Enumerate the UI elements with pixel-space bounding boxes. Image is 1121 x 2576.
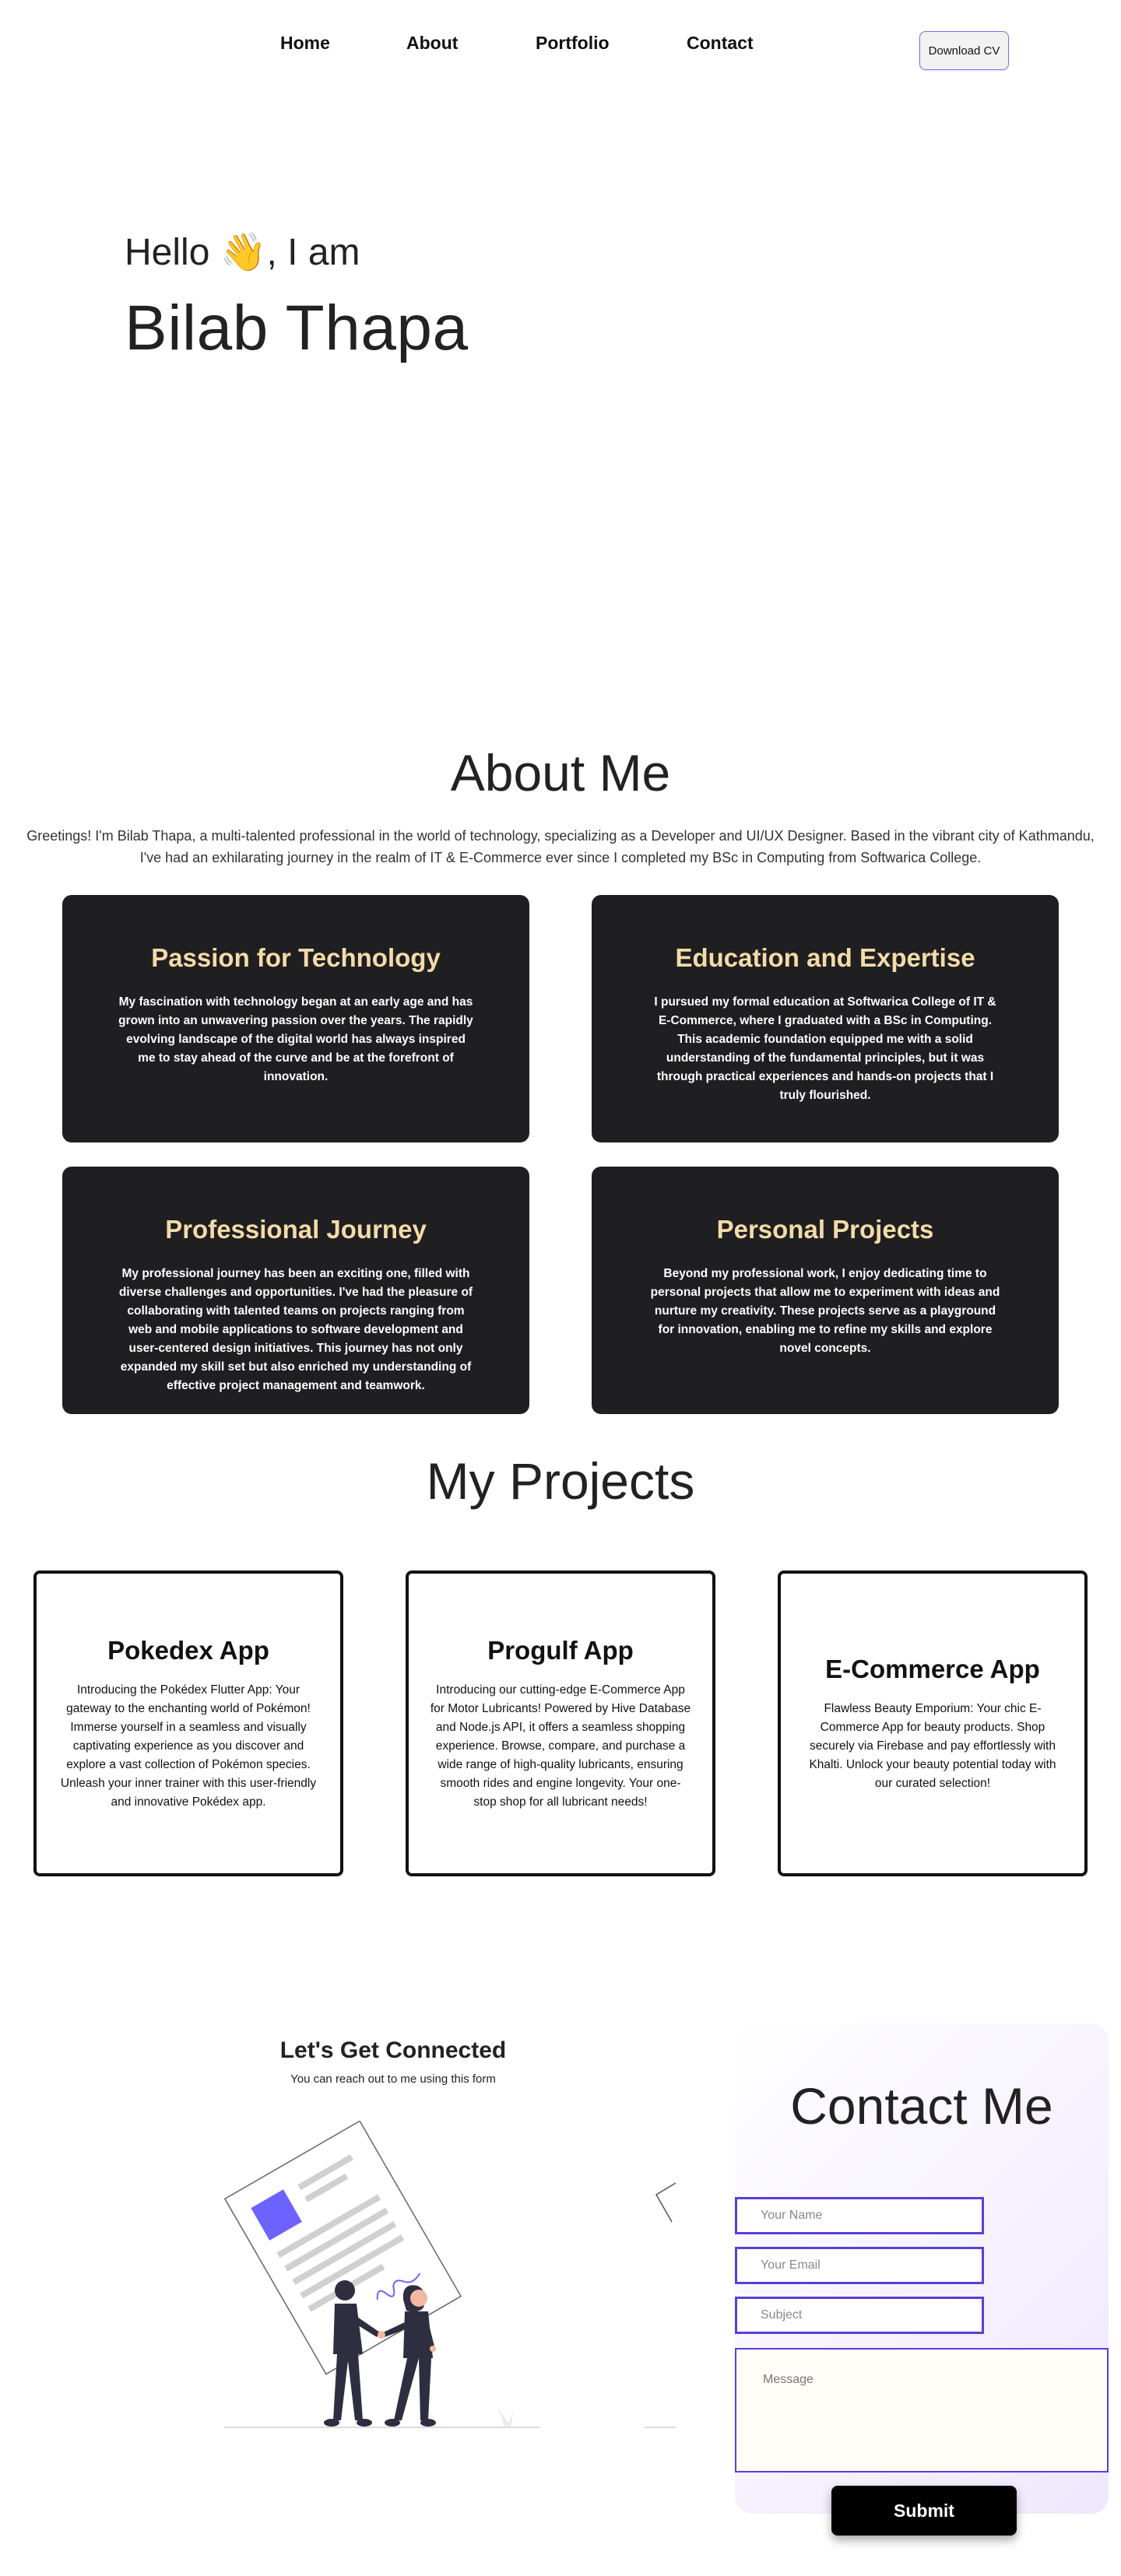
email-field[interactable]: [735, 2247, 984, 2284]
message-field[interactable]: [735, 2348, 1109, 2472]
download-cv-button[interactable]: Download CV: [919, 31, 1009, 70]
about-card-title: Personal Projects: [716, 1215, 934, 1244]
about-card-journey: Professional Journey My professional jou…: [62, 1167, 529, 1414]
project-title: E-Commerce App: [825, 1654, 1040, 1683]
about-card-passion: Passion for Technology My fascination wi…: [62, 895, 529, 1142]
about-intro: Greetings! I'm Bilab Thapa, a multi-tale…: [26, 828, 1095, 865]
project-description: Flawless Beauty Emporium: Your chic E-Co…: [809, 1701, 1056, 1790]
submit-button[interactable]: Submit: [831, 2486, 1017, 2536]
projects-title: My Projects: [426, 1452, 695, 1510]
about-card-text: I pursued my formal education at Softwar…: [654, 995, 996, 1102]
contact-title: Contact Me: [790, 2077, 1053, 2135]
hero-greeting: Hello 👋, I am: [125, 232, 360, 273]
subject-field[interactable]: [735, 2297, 984, 2334]
about-card-title: Passion for Technology: [151, 943, 441, 972]
nav-portfolio-link[interactable]: Portfolio: [536, 33, 610, 54]
connect-title: Let's Get Connected: [279, 2037, 507, 2063]
nav-contact-link[interactable]: Contact: [687, 33, 754, 54]
about-card-title: Professional Journey: [165, 1215, 427, 1244]
project-card-pokedex[interactable]: Pokedex App Introducing the Pokédex Flut…: [33, 1571, 343, 1876]
about-card-text: Beyond my professional work, I enjoy ded…: [650, 1267, 1000, 1355]
project-card-progulf[interactable]: Progulf App Introducing our cutting-edge…: [406, 1571, 715, 1876]
handshake-illustration: [224, 2121, 676, 2428]
top-nav: Home About Portfolio Contact Download CV: [0, 0, 1121, 93]
connect-subtitle: You can reach out to me using this form: [290, 2072, 496, 2086]
nav-about-link[interactable]: About: [406, 33, 458, 54]
about-card-text: My professional journey has been an exci…: [118, 1267, 473, 1392]
about-card-personal: Personal Projects Beyond my professional…: [592, 1167, 1059, 1414]
about-card-title: Education and Expertise: [675, 943, 975, 972]
project-title: Pokedex App: [107, 1635, 269, 1665]
name-field[interactable]: [735, 2197, 984, 2234]
about-card-text: My fascination with technology began at …: [118, 995, 473, 1083]
nav-home-link[interactable]: Home: [280, 33, 330, 54]
project-title: Progulf App: [487, 1635, 634, 1665]
about-title: About Me: [450, 744, 671, 802]
project-description: Introducing our cutting-edge E-Commerce …: [430, 1683, 691, 1809]
hero-name: Bilab Thapa: [125, 293, 469, 363]
project-description: Introducing the Pokédex Flutter App: You…: [60, 1683, 317, 1809]
about-card-education: Education and Expertise I pursued my for…: [592, 895, 1059, 1142]
project-card-ecommerce[interactable]: E-Commerce App Flawless Beauty Emporium:…: [778, 1571, 1088, 1876]
